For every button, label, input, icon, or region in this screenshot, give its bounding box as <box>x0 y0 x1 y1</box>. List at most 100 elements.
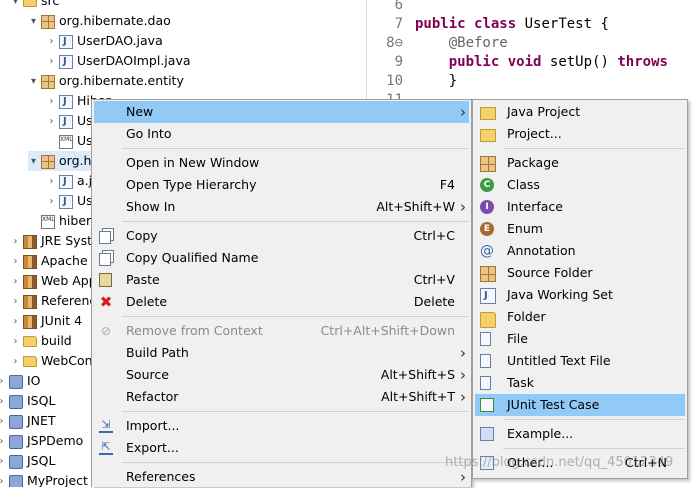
tree-item[interactable]: › build <box>10 331 72 351</box>
project-icon <box>9 454 23 469</box>
new-item-project[interactable]: Project... <box>475 123 685 145</box>
twisty-icon[interactable]: › <box>0 472 7 488</box>
menu-separator <box>122 411 469 412</box>
new-item-file[interactable]: File <box>475 328 685 350</box>
twisty-icon[interactable]: › <box>46 112 57 132</box>
new-item-source-folder[interactable]: Source Folder <box>475 262 685 284</box>
menu-item-shortcut: Alt+Shift+S <box>380 367 455 382</box>
twisty-icon[interactable]: › <box>10 352 21 372</box>
menu-item-copy[interactable]: Copy Ctrl+C <box>94 225 469 247</box>
tree-item[interactable]: ▾ org.hibe <box>28 151 111 172</box>
menu-item-label: Delete <box>126 294 168 309</box>
tree-item[interactable]: › JUnit 4 <box>10 311 82 331</box>
tree-item[interactable]: › UserDAO.java <box>46 31 163 52</box>
menu-item-label: Open in New Window <box>126 155 260 170</box>
menu-item-delete[interactable]: ✖ Delete Delete <box>94 291 469 313</box>
library-icon <box>23 254 37 269</box>
twisty-icon[interactable]: › <box>46 92 57 112</box>
new-item-annotation[interactable]: @ Annotation <box>475 240 685 262</box>
new-item-junit-test-case[interactable]: JUnit Test Case <box>475 394 685 416</box>
menu-item-label: Enum <box>507 221 543 236</box>
twisty-icon[interactable]: ▾ <box>28 152 39 172</box>
new-item-package[interactable]: Package <box>475 152 685 174</box>
new-item-example[interactable]: Example... <box>475 423 685 445</box>
new-item-enum[interactable]: E Enum <box>475 218 685 240</box>
menu-item-remove-from-context[interactable]: ⊘ Remove from Context Ctrl+Alt+Shift+Down <box>94 320 469 342</box>
tree-item-label: JNET <box>27 413 56 428</box>
new-item-interface[interactable]: I Interface <box>475 196 685 218</box>
twisty-icon[interactable]: › <box>46 192 57 212</box>
twisty-icon[interactable]: ▾ <box>28 72 39 92</box>
menu-item-label: Folder <box>507 309 546 324</box>
menu-item-show-in[interactable]: Show In Alt+Shift+W › <box>94 196 469 218</box>
menu-item-source[interactable]: Source Alt+Shift+S › <box>94 364 469 386</box>
chevron-right-icon: › <box>460 198 466 216</box>
menu-item-import[interactable]: ⇲ Import... <box>94 415 469 437</box>
twisty-icon[interactable]: › <box>0 452 7 472</box>
menu-item-copy-qualified-name[interactable]: Copy Qualified Name <box>94 247 469 269</box>
other-icon <box>480 456 494 470</box>
chevron-right-icon: › <box>460 388 466 406</box>
menu-item-label: Show In <box>126 199 176 214</box>
enum-icon: E <box>480 222 494 236</box>
line-number: 7 <box>394 16 403 32</box>
menu-item-open-type-hierarchy[interactable]: Open Type Hierarchy F4 <box>94 174 469 196</box>
twisty-icon[interactable]: › <box>46 172 57 192</box>
new-item-class[interactable]: C Class <box>475 174 685 196</box>
menu-item-references[interactable]: References › <box>94 466 469 488</box>
tree-item-label: ISQL <box>27 393 56 408</box>
new-item-untitled-text-file[interactable]: Untitled Text File <box>475 350 685 372</box>
menu-item-export[interactable]: ⇱ Export... <box>94 437 469 459</box>
twisty-icon[interactable]: › <box>10 292 21 312</box>
twisty-icon[interactable]: ▾ <box>10 0 21 12</box>
new-item-other[interactable]: Other... Ctrl+N <box>475 452 685 474</box>
menu-item-new[interactable]: New › <box>94 101 469 123</box>
folder-icon <box>23 0 37 7</box>
tree-item-label: MyProject <box>27 473 88 487</box>
code-line: public void setUp() throws <box>448 54 668 70</box>
twisty-icon[interactable]: › <box>0 432 7 452</box>
twisty-icon[interactable]: › <box>0 372 7 392</box>
tree-item[interactable]: › MyProject <box>0 471 88 487</box>
twisty-icon[interactable]: › <box>10 232 21 252</box>
java-project-icon <box>480 107 496 120</box>
class-icon: C <box>480 178 494 192</box>
twisty-icon[interactable]: › <box>0 392 7 412</box>
tree-item-label: src <box>41 0 60 8</box>
menu-item-label: Export... <box>126 440 179 455</box>
menu-item-refactor[interactable]: Refactor Alt+Shift+T › <box>94 386 469 408</box>
menu-separator <box>503 148 685 149</box>
tree-item[interactable]: › ISQL <box>0 391 55 411</box>
menu-item-label: Class <box>507 177 540 192</box>
tree-item[interactable]: › JNET <box>0 411 56 431</box>
tree-item[interactable]: › IO <box>0 371 41 391</box>
twisty-icon[interactable]: › <box>0 412 7 432</box>
java-file-icon <box>59 192 73 212</box>
tree-item[interactable]: ▾ src <box>10 0 59 11</box>
menu-item-paste[interactable]: Paste Ctrl+V <box>94 269 469 291</box>
menu-item-label: JUnit Test Case <box>507 397 600 412</box>
project-icon <box>9 374 23 389</box>
new-item-java-working-set[interactable]: Java Working Set <box>475 284 685 307</box>
menu-item-open-in-new-window[interactable]: Open in New Window <box>94 152 469 174</box>
twisty-icon[interactable]: › <box>46 32 57 52</box>
tree-item[interactable]: ▾ org.hibernate.entity <box>28 71 184 91</box>
tree-item[interactable]: › JSQL <box>0 451 55 471</box>
twisty-icon[interactable]: ▾ <box>28 12 39 32</box>
tree-item[interactable]: ▾ org.hibernate.dao <box>28 11 171 31</box>
tree-item[interactable]: › UserDAOImpl.java <box>46 51 191 72</box>
twisty-icon[interactable]: › <box>10 272 21 292</box>
menu-item-go-into[interactable]: Go Into <box>94 123 469 145</box>
project-icon <box>480 129 496 142</box>
new-item-java-project[interactable]: Java Project <box>475 101 685 123</box>
new-item-task[interactable]: Task <box>475 372 685 394</box>
new-item-folder[interactable]: Folder <box>475 306 685 328</box>
menu-item-build-path[interactable]: Build Path › <box>94 342 469 364</box>
twisty-icon[interactable]: › <box>10 332 21 352</box>
twisty-icon[interactable]: › <box>10 312 21 332</box>
twisty-icon[interactable]: › <box>46 52 57 72</box>
java-file-icon <box>59 112 73 132</box>
twisty-icon[interactable]: › <box>10 252 21 272</box>
menu-item-label: Project... <box>507 126 562 141</box>
tree-item[interactable]: › JSPDemo <box>0 431 83 451</box>
